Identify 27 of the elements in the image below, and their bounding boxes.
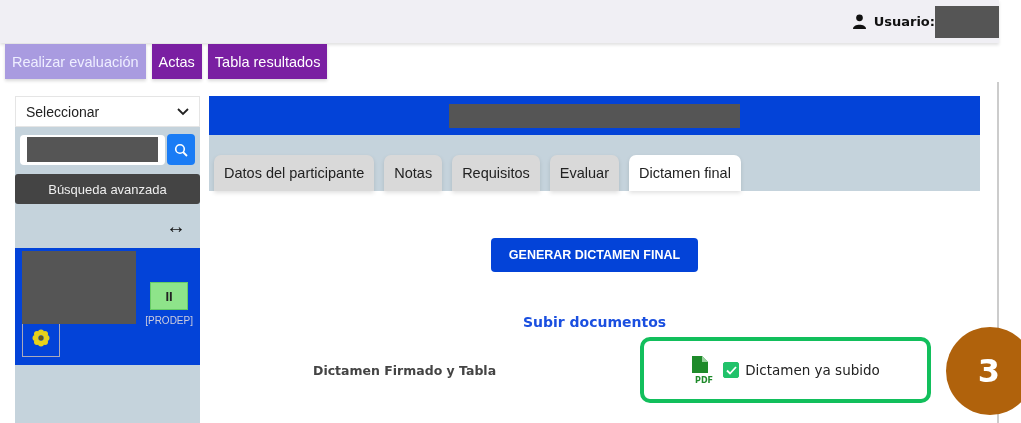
checkbox[interactable] (723, 362, 740, 378)
status-text: Dictamen ya subido (745, 362, 880, 378)
nav-tab[interactable]: Tabla resultados (207, 44, 328, 79)
redaction-block (935, 5, 999, 38)
tab[interactable]: Evaluar (549, 155, 619, 191)
search-icon (174, 142, 189, 157)
tab[interactable]: Datos del participante (214, 155, 375, 191)
select-dropdown[interactable]: Seleccionar (15, 96, 200, 127)
participant-card[interactable]: II [PRODEP] (15, 248, 200, 365)
search-field[interactable] (20, 134, 166, 165)
generate-button[interactable]: GENERAR DICTAMEN FINAL (490, 238, 699, 272)
advanced-search-button[interactable]: Búsqueda avanzada (15, 174, 200, 204)
flower-icon (32, 329, 50, 347)
section-heading: Subir documentos (522, 314, 667, 330)
tab[interactable]: Dictamen final (629, 155, 741, 191)
nav-tab[interactable]: Actas (151, 44, 202, 79)
search-button[interactable] (167, 134, 195, 165)
document-label: Dictamen Firmado y Tabla (313, 362, 498, 378)
tab[interactable]: Requisitos (452, 155, 540, 191)
user-icon (852, 14, 866, 29)
user-label: Usuario: (873, 14, 935, 29)
tab[interactable]: Notas (384, 155, 443, 191)
pause-button[interactable]: II (150, 282, 188, 310)
resize-toggle[interactable]: ↔ (166, 214, 186, 238)
program-label: [PRODEP] (145, 315, 193, 326)
chevron-icon (177, 107, 189, 116)
step-badge: 3 (946, 327, 1021, 415)
